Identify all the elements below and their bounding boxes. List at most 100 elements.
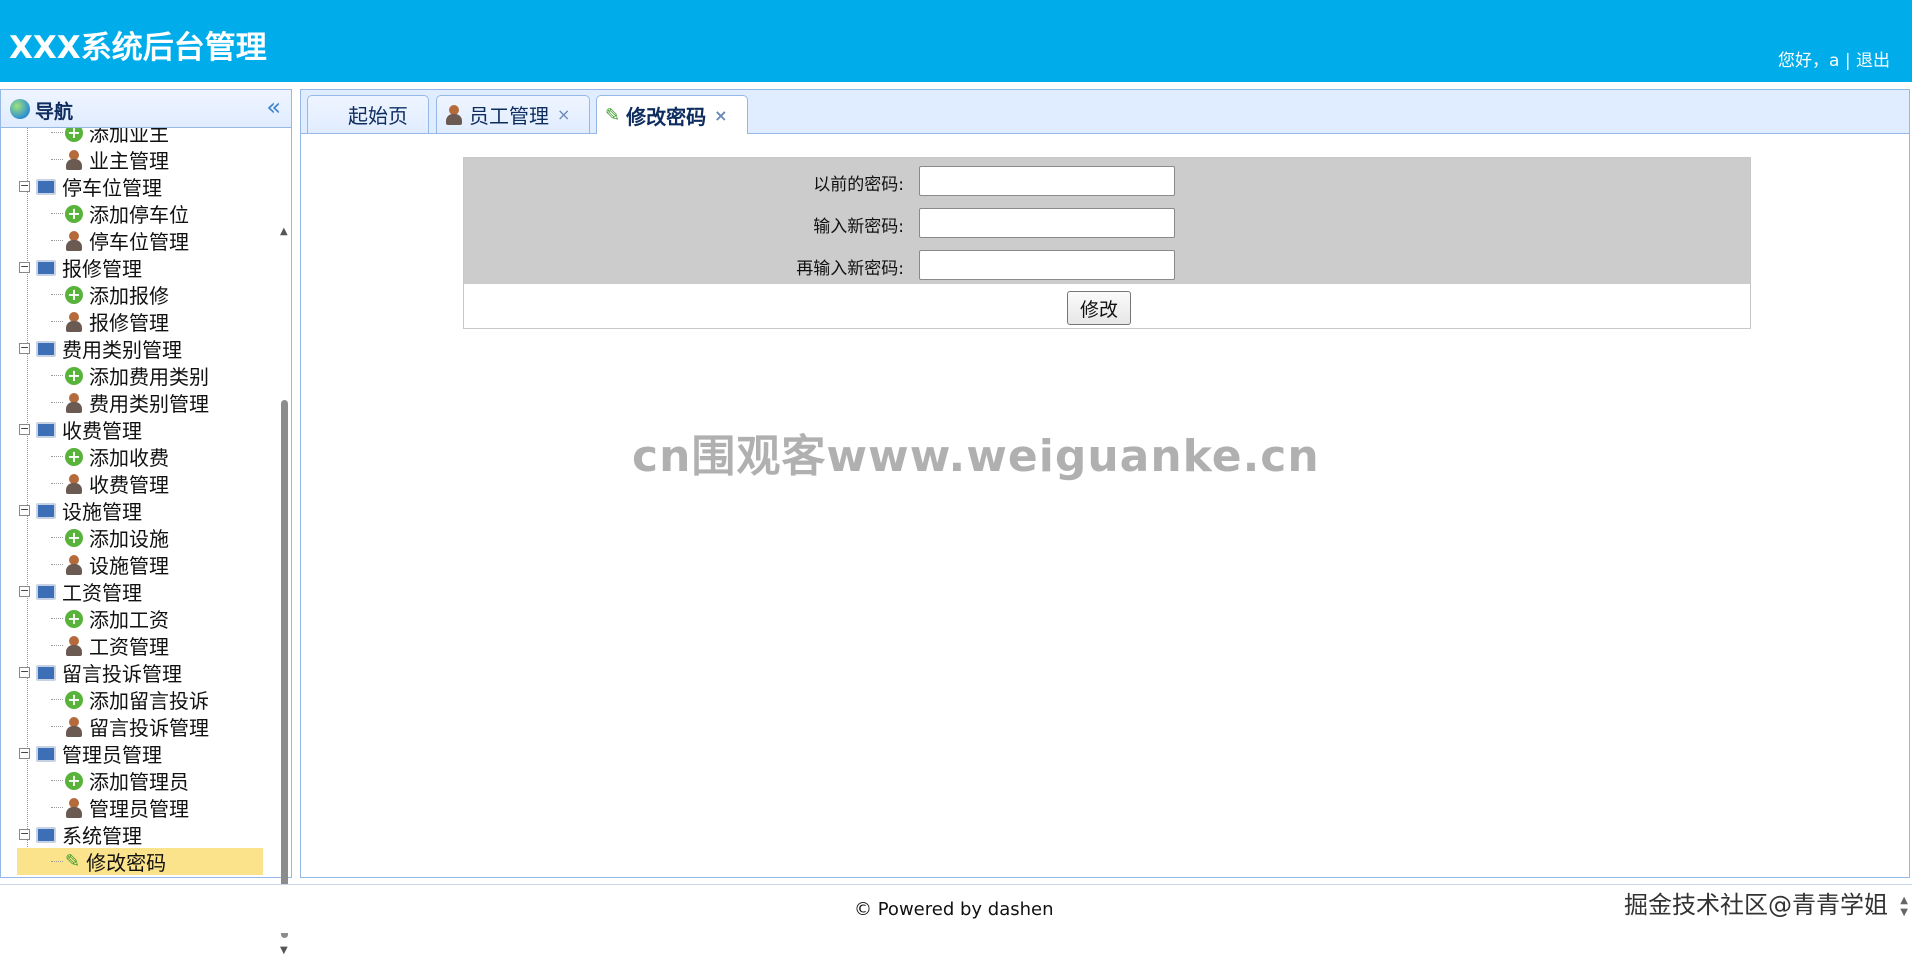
scroll-down-arrow-icon[interactable]: ▼ — [280, 945, 288, 956]
tree-group[interactable]: − 管理员管理 — [19, 740, 162, 767]
tree-item[interactable]: 业主管理 — [51, 146, 169, 173]
tree-item[interactable]: 费用类别管理 — [51, 389, 209, 416]
add-icon: + — [65, 366, 83, 385]
tab-bar: 起始页 员工管理 × ✎ 修改密码 × — [301, 90, 1909, 134]
tree-group[interactable]: − 系统管理 — [19, 821, 142, 848]
tree-item[interactable]: 停车位管理 — [51, 227, 189, 254]
logout-link[interactable]: 退出 — [1856, 51, 1890, 71]
tree-item-label: 收费管理 — [89, 473, 169, 497]
scroll-up-arrow-icon[interactable]: ▲ — [280, 226, 288, 237]
add-icon: + — [65, 128, 83, 142]
close-icon[interactable]: × — [557, 105, 570, 124]
tree-item-label: 报修管理 — [89, 311, 169, 335]
confirm-password-input[interactable] — [919, 250, 1175, 280]
tree-connector — [51, 699, 63, 700]
monitor-icon — [36, 826, 56, 843]
tree-item-label: 添加留言投诉 — [89, 689, 209, 713]
monitor-icon — [36, 745, 56, 762]
footer-scroll-icon[interactable]: ▲ ▼ — [1900, 895, 1908, 919]
new-password-input[interactable] — [919, 208, 1175, 238]
close-icon[interactable]: × — [714, 106, 727, 125]
tree-group[interactable]: − 工资管理 — [19, 578, 142, 605]
tree-item[interactable]: 收费管理 — [51, 470, 169, 497]
new-password-row: 输入新密码: — [464, 204, 1750, 238]
collapse-toggle-icon[interactable]: − — [19, 180, 30, 192]
tree-item-label: 工资管理 — [62, 581, 142, 605]
tree-item-label: 停车位管理 — [89, 230, 189, 254]
tree-item[interactable]: + 添加工资 — [51, 605, 169, 632]
tree-item-label: 添加费用类别 — [89, 365, 209, 389]
tree-connector — [51, 645, 63, 646]
tree-item[interactable]: + 添加管理员 — [51, 767, 189, 794]
navigation-title: 导航 — [35, 101, 74, 123]
user-icon — [65, 311, 83, 332]
tree-item[interactable]: + 添加设施 — [51, 524, 169, 551]
tree-group[interactable]: − 停车位管理 — [19, 173, 162, 200]
collapse-toggle-icon[interactable]: − — [19, 747, 30, 759]
tree-item[interactable]: 报修管理 — [51, 308, 169, 335]
collapse-toggle-icon[interactable]: − — [19, 261, 30, 273]
tab-change-password[interactable]: ✎ 修改密码 × — [596, 95, 748, 134]
monitor-icon — [36, 178, 56, 195]
old-password-input[interactable] — [919, 166, 1175, 196]
tree-group[interactable]: − 收费管理 — [19, 416, 142, 443]
user-icon — [65, 149, 83, 170]
user-icon — [65, 635, 83, 656]
tree-group[interactable]: − 留言投诉管理 — [19, 659, 182, 686]
tree-item[interactable]: ✎ 修改密码 — [17, 848, 263, 875]
collapse-toggle-icon[interactable]: − — [19, 423, 30, 435]
monitor-icon — [36, 502, 56, 519]
tree-connector — [51, 294, 63, 295]
tree-connector — [51, 321, 63, 322]
collapse-toggle-icon[interactable]: − — [19, 342, 30, 354]
navigation-panel-header: 导航 « — [1, 90, 291, 128]
tree-item[interactable]: + 添加留言投诉 — [51, 686, 209, 713]
tab-employee-management[interactable]: 员工管理 × — [436, 95, 590, 133]
collapse-icon[interactable]: « — [266, 94, 281, 120]
add-icon: + — [65, 528, 83, 547]
tree-item-label: 费用类别管理 — [89, 392, 209, 416]
tree-item-label: 管理员管理 — [62, 743, 162, 767]
tab-home[interactable]: 起始页 — [307, 95, 429, 133]
collapse-toggle-icon[interactable]: − — [19, 828, 30, 840]
user-icon — [65, 554, 83, 575]
tree-item[interactable]: + 添加停车位 — [51, 200, 189, 227]
tree-connector — [51, 564, 63, 565]
tree-item-label: 费用类别管理 — [62, 338, 182, 362]
tab-label: 起始页 — [348, 104, 408, 128]
sidebar-scrollbar[interactable]: ▲ ▼ — [280, 220, 289, 960]
tree-item-label: 设施管理 — [62, 500, 142, 524]
collapse-toggle-icon[interactable]: − — [19, 585, 30, 597]
tree-connector — [51, 483, 63, 484]
tree-item-label: 设施管理 — [89, 554, 169, 578]
app-header: XXX系统后台管理 您好，a | 退出 — [0, 0, 1912, 82]
old-password-row: 以前的密码: — [464, 162, 1750, 196]
tree-group[interactable]: − 报修管理 — [19, 254, 142, 281]
scroll-thumb[interactable] — [281, 400, 288, 938]
user-icon — [65, 473, 83, 494]
collapse-toggle-icon[interactable]: − — [19, 504, 30, 516]
tree-item-label: 留言投诉管理 — [89, 716, 209, 740]
tree-item[interactable]: + 添加收费 — [51, 443, 169, 470]
powered-by-text: © Powered by dashen — [854, 899, 1054, 920]
tree-item[interactable]: 设施管理 — [51, 551, 169, 578]
tree-group[interactable]: − 设施管理 — [19, 497, 142, 524]
tree-item[interactable]: + 添加费用类别 — [51, 362, 209, 389]
tree-item[interactable]: + 添加报修 — [51, 281, 169, 308]
tree-item[interactable]: 留言投诉管理 — [51, 713, 209, 740]
tree-item-label: 业主管理 — [89, 149, 169, 173]
monitor-icon — [36, 340, 56, 357]
change-password-form: 以前的密码: 输入新密码: 再输入新密码: 修改 — [463, 157, 1751, 329]
collapse-toggle-icon[interactable]: − — [19, 666, 30, 678]
tree-connector — [51, 159, 63, 160]
submit-button[interactable]: 修改 — [1067, 291, 1131, 325]
tree-item[interactable]: 管理员管理 — [51, 794, 189, 821]
user-icon — [445, 104, 463, 125]
tree-item[interactable]: + 添加业主 — [51, 128, 169, 146]
tree-group[interactable]: − 费用类别管理 — [19, 335, 182, 362]
tree-item[interactable]: 工资管理 — [51, 632, 169, 659]
pencil-icon: ✎ — [65, 851, 81, 872]
tree-connector — [51, 780, 63, 781]
confirm-password-row: 再输入新密码: — [464, 246, 1750, 280]
tree-item-label: 添加停车位 — [89, 203, 189, 227]
